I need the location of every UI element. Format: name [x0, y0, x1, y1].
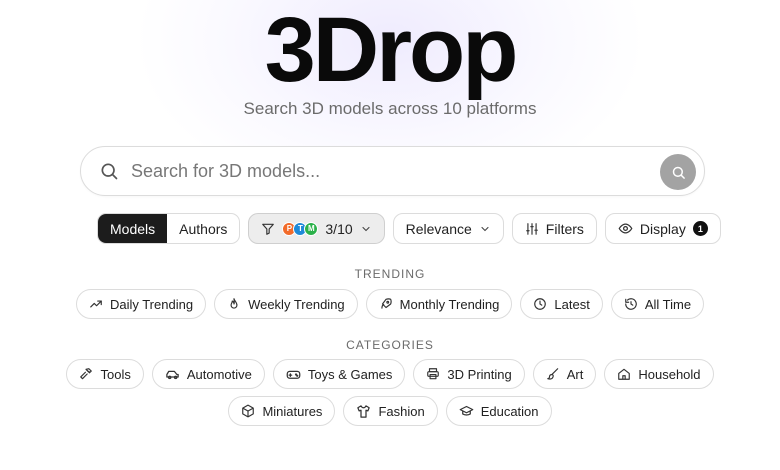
chip-all-time[interactable]: All Time [610, 289, 705, 319]
chip-label: Monthly Trending [399, 296, 500, 312]
car-icon [166, 370, 179, 379]
home-icon [618, 368, 631, 380]
display-label: Display [639, 220, 686, 237]
source-badges: P T M [282, 221, 319, 236]
chevron-down-icon [362, 226, 370, 231]
categories-title: CATEGORIES [346, 338, 434, 352]
cube-icon [242, 404, 255, 418]
flame-icon [230, 298, 238, 309]
filters-label: Filters [545, 220, 584, 237]
chip-label: Household [638, 366, 701, 382]
chip-label: Automotive [186, 366, 252, 382]
mode-authors[interactable]: Authors [167, 214, 239, 243]
search-icon [672, 166, 685, 179]
display-button[interactable]: Display 1 [604, 213, 721, 244]
search-bar [80, 146, 705, 196]
mode-models[interactable]: Models [98, 214, 168, 243]
category-fashion[interactable]: Fashion [343, 396, 438, 426]
filter-icon [262, 223, 275, 235]
category-toys-games[interactable]: Toys & Games [272, 359, 406, 389]
search-mode-toggle: Models Authors [97, 213, 241, 244]
chip-label: Weekly Trending [248, 296, 345, 312]
search-input[interactable] [131, 160, 631, 182]
logo: 3Drop [264, 0, 519, 101]
chip-label: Art [566, 366, 584, 382]
eye-icon [618, 223, 633, 234]
category-3d-printing[interactable]: 3D Printing [413, 359, 525, 389]
display-count-badge: 1 [692, 221, 708, 236]
tagline: Search 3D models across 10 platforms [243, 99, 537, 118]
chip-latest[interactable]: Latest [520, 289, 603, 319]
category-education[interactable]: Education [445, 396, 552, 426]
chip-label: Fashion [378, 403, 425, 419]
sort-dropdown[interactable]: Relevance [392, 213, 504, 244]
sources-button[interactable]: P T M 3/10 [248, 213, 385, 244]
category-household[interactable]: Household [604, 359, 714, 389]
chip-weekly-trending[interactable]: Weekly Trending [214, 289, 358, 319]
hammer-icon [80, 368, 93, 380]
search-button[interactable] [660, 154, 696, 190]
toolbar: Models Authors P T M 3/10 Relevance Filt… [97, 213, 721, 244]
sliders-icon [525, 222, 538, 235]
search-icon [101, 163, 118, 180]
sort-label: Relevance [405, 220, 472, 237]
gamepad-icon [286, 370, 301, 379]
printer-icon [427, 368, 440, 380]
trending-title: TRENDING [354, 267, 426, 281]
sources-count: 3/10 [325, 220, 353, 237]
category-art[interactable]: Art [532, 359, 597, 389]
shirt-icon [357, 404, 371, 418]
history-icon [624, 298, 637, 310]
graduation-cap-icon [459, 405, 474, 416]
chip-label: Miniatures [262, 403, 323, 419]
brush-icon [546, 368, 558, 380]
categories-row-2: Miniatures Fashion Education [0, 396, 780, 426]
chip-label: Toys & Games [307, 366, 393, 382]
categories-row-1: Tools Automotive Toys & Games 3D Printin… [0, 359, 780, 389]
chip-label: Education [480, 403, 539, 419]
chip-label: 3D Printing [447, 366, 512, 382]
chip-label: Daily Trending [109, 296, 194, 312]
chip-monthly-trending[interactable]: Monthly Trending [365, 289, 513, 319]
chevron-down-icon [481, 226, 489, 231]
trending-up-icon [90, 300, 102, 308]
filters-button[interactable]: Filters [511, 213, 597, 244]
category-tools[interactable]: Tools [66, 359, 144, 389]
clock-icon [534, 298, 547, 310]
chip-daily-trending[interactable]: Daily Trending [75, 289, 207, 319]
trending-row: Daily Trending Weekly Trending Monthly T… [0, 289, 780, 319]
category-miniatures[interactable]: Miniatures [228, 396, 336, 426]
chip-label: All Time [644, 296, 692, 312]
rocket-icon [380, 298, 392, 309]
chip-label: Latest [554, 296, 590, 312]
category-automotive[interactable]: Automotive [151, 359, 265, 389]
chip-label: Tools [100, 366, 131, 382]
source-badge-makerworld: M [304, 221, 319, 236]
